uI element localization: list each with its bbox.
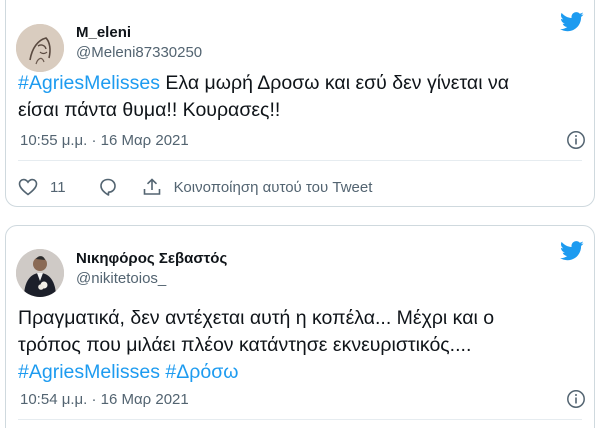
author-handle[interactable]: @Meleni87330250	[76, 44, 202, 61]
divider	[18, 419, 582, 420]
hashtag-link[interactable]: #Δρόσω	[165, 361, 238, 383]
author-handle[interactable]: @nikitetoios_	[76, 270, 166, 287]
author-name[interactable]: Νικηφόρος Σεβαστός	[76, 250, 227, 267]
reply-icon	[98, 177, 118, 197]
info-icon[interactable]	[566, 130, 586, 150]
like-button[interactable]: 11	[18, 178, 66, 196]
info-icon[interactable]	[566, 389, 586, 409]
heart-icon	[18, 178, 38, 196]
divider	[18, 160, 582, 161]
twitter-bird-icon[interactable]	[560, 241, 584, 261]
hashtag-link[interactable]: #AgriesMelisses	[18, 361, 160, 383]
tweet-text: #AgriesMelisses Ελα μωρή Δροσω και εσύ δ…	[18, 72, 509, 121]
timestamp[interactable]: 10:55 μ.μ. · 16 Μαρ 2021	[20, 132, 189, 149]
share-button[interactable]: Κοινοποίηση αυτού του Tweet	[142, 177, 373, 197]
timestamp[interactable]: 10:54 μ.μ. · 16 Μαρ 2021	[20, 391, 189, 408]
avatar[interactable]	[16, 24, 64, 72]
tweet-actions: 11 Κοινοποίηση αυτού του Tweet	[18, 176, 372, 198]
avatar[interactable]	[16, 249, 64, 297]
hashtag-link[interactable]: #AgriesMelisses	[18, 72, 160, 94]
author-name[interactable]: M_eleni	[76, 24, 131, 41]
share-icon	[142, 177, 162, 197]
share-label: Κοινοποίηση αυτού του Tweet	[173, 178, 373, 196]
twitter-bird-icon[interactable]	[560, 12, 584, 32]
tweet-text: Πραγματικά, δεν αντέχεται αυτή η κοπέλα.…	[18, 307, 495, 383]
like-count: 11	[50, 178, 66, 196]
reply-button[interactable]	[98, 177, 118, 197]
